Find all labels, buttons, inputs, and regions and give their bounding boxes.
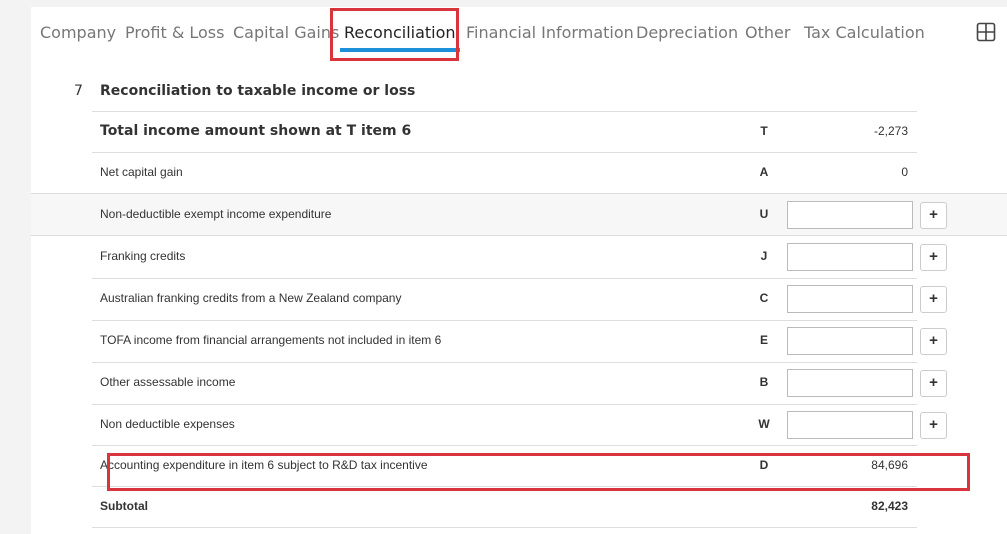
amount-input-w[interactable] bbox=[787, 411, 913, 439]
add-button-e[interactable]: + bbox=[920, 328, 947, 355]
amount-input-b[interactable] bbox=[787, 369, 913, 397]
tab-label: Tax Calculation bbox=[804, 23, 925, 42]
tab-company[interactable]: Company bbox=[40, 7, 116, 57]
amount-input-j[interactable] bbox=[787, 243, 913, 271]
add-button-c[interactable]: + bbox=[920, 286, 947, 313]
table-row: Total income amount shown at T item 6 T … bbox=[31, 111, 1007, 152]
add-button-w[interactable]: + bbox=[920, 412, 947, 439]
row-label: Australian franking credits from a New Z… bbox=[100, 291, 402, 305]
tab-depreciation[interactable]: Depreciation bbox=[636, 7, 738, 57]
tab-tax-calculation[interactable]: Tax Calculation bbox=[804, 7, 925, 57]
row-code: W bbox=[758, 417, 770, 431]
row-value: 0 bbox=[901, 165, 908, 179]
row-code: T bbox=[760, 124, 768, 138]
tab-financial-information[interactable]: Financial Information bbox=[466, 7, 634, 57]
row-label: Net capital gain bbox=[100, 165, 183, 179]
table-row: Other assessable income B + bbox=[31, 362, 1007, 403]
row-label: Other assessable income bbox=[100, 375, 236, 389]
main-panel: Company Profit & Loss Capital Gains Reco… bbox=[31, 7, 1007, 534]
add-button-j[interactable]: + bbox=[920, 244, 947, 271]
row-code: B bbox=[759, 375, 769, 389]
tab-capital-gains[interactable]: Capital Gains bbox=[233, 7, 339, 57]
row-code: J bbox=[760, 249, 768, 263]
row-label: Non deductible expenses bbox=[100, 417, 235, 431]
amount-input-u[interactable] bbox=[787, 201, 913, 229]
table-row: Net capital gain A 0 bbox=[31, 152, 1007, 193]
tab-label: Capital Gains bbox=[233, 23, 340, 42]
add-button-u[interactable]: + bbox=[920, 202, 947, 229]
section-number: 7 bbox=[74, 83, 83, 99]
tab-other[interactable]: Other bbox=[745, 7, 790, 57]
row-code: E bbox=[759, 333, 768, 347]
add-button-b[interactable]: + bbox=[920, 370, 947, 397]
tab-label: Depreciation bbox=[636, 23, 739, 42]
row-label: Total income amount shown at T item 6 bbox=[100, 123, 412, 139]
tab-label: Company bbox=[40, 23, 117, 42]
row-code: U bbox=[759, 207, 769, 221]
grid-icon[interactable] bbox=[975, 21, 997, 43]
row-label: Franking credits bbox=[100, 249, 186, 263]
row-label: TOFA income from financial arrangements … bbox=[100, 333, 442, 347]
table-row: Non-deductible exempt income expenditure… bbox=[31, 193, 1007, 236]
tab-highlight-box bbox=[330, 8, 459, 61]
row-highlight-box bbox=[107, 453, 970, 491]
row-divider bbox=[92, 527, 917, 528]
section-title: Reconciliation to taxable income or loss bbox=[100, 83, 416, 99]
table-row: Australian franking credits from a New Z… bbox=[31, 278, 1007, 319]
tab-bar: Company Profit & Loss Capital Gains Reco… bbox=[31, 7, 1007, 61]
row-divider bbox=[92, 152, 917, 153]
tab-label: Other bbox=[745, 23, 791, 42]
table-row: TOFA income from financial arrangements … bbox=[31, 320, 1007, 361]
row-value: -2,273 bbox=[873, 124, 908, 138]
table-row: Franking credits J + bbox=[31, 236, 1007, 277]
table-row: Non deductible expenses W + bbox=[31, 404, 1007, 445]
amount-input-e[interactable] bbox=[787, 327, 913, 355]
row-label: Non-deductible exempt income expenditure bbox=[100, 207, 332, 221]
tab-label: Profit & Loss bbox=[125, 23, 225, 42]
subtotal-row: Subtotal 82,423 bbox=[31, 486, 1007, 527]
amount-input-c[interactable] bbox=[787, 285, 913, 313]
subtotal-label: Subtotal bbox=[100, 499, 148, 513]
row-code: C bbox=[759, 291, 769, 305]
row-code: A bbox=[759, 165, 769, 179]
tab-label: Financial Information bbox=[466, 23, 634, 42]
tab-profit-loss[interactable]: Profit & Loss bbox=[125, 7, 224, 57]
subtotal-value: 82,423 bbox=[871, 499, 908, 513]
